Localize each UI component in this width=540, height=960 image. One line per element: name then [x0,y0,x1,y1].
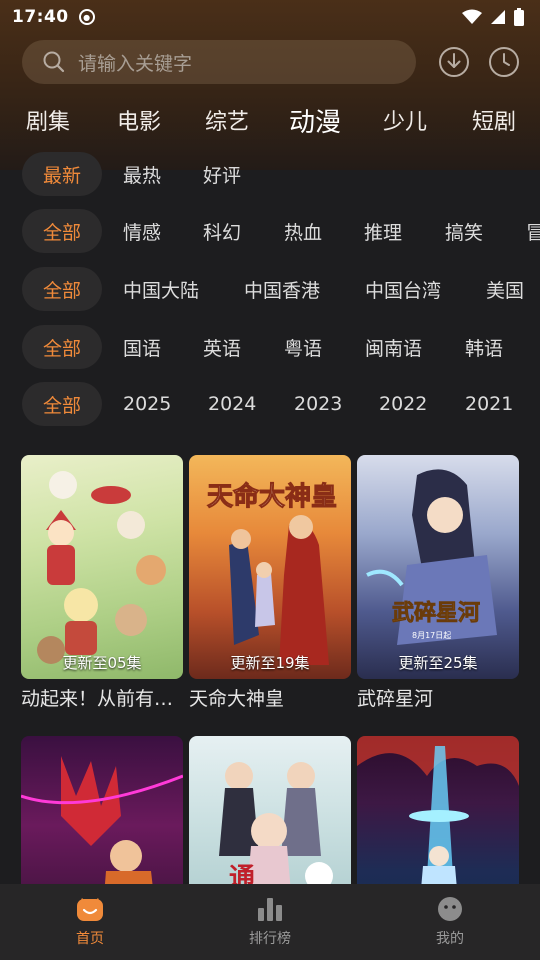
filter-row-region: 全部 中国大陆 中国香港 中国台湾 美国 [0,267,540,311]
filter-sort-latest[interactable]: 最新 [22,152,102,196]
status-bar: 17:40 ● [0,0,540,34]
filter-year-all[interactable]: 全部 [22,382,102,426]
download-button[interactable] [438,46,470,78]
filter-row-sort: 最新 最热 好评 [0,152,540,196]
bar-chart-icon [258,898,282,921]
poster-image: 天命大神皇 更新至19集 [189,455,351,679]
battery-icon [514,8,524,26]
filter-year-item[interactable]: 2024 [208,382,256,426]
tab-series[interactable]: 剧集 [26,104,70,136]
tab-anime[interactable]: 动漫 [289,102,341,139]
card-title: 武碎星河 [357,688,434,710]
content-card[interactable]: 武碎星河 8月17日起 更新至25集 武碎星河 [357,455,519,711]
filter-region-item[interactable]: 中国台湾 [365,267,441,311]
signal-icon [491,10,505,24]
poster-image: 更新至05集 [21,455,183,679]
filter-year-item[interactable]: 2025 [123,382,171,426]
bottom-navigation: 首页 排行榜 我的 [0,884,540,960]
status-time: 17:40 [12,7,69,27]
illustration-cats [37,471,166,664]
filter-row-genre: 全部 情感 科幻 热血 推理 搞笑 冒 [0,209,540,253]
category-tabs: 剧集 电影 综艺 动漫 少儿 短剧 [0,98,540,142]
filter-genre-item[interactable]: 搞笑 [445,209,483,253]
search-icon [43,51,65,73]
smiley-icon [438,897,462,921]
poster-image: 武碎星河 8月17日起 更新至25集 [357,455,519,679]
filter-language-item[interactable]: 韩语 [465,325,503,369]
filter-language-item[interactable]: 闽南语 [365,325,422,369]
filter-year-item[interactable]: 2021 [465,382,513,426]
filter-genre-item[interactable]: 情感 [123,209,161,253]
search-placeholder: 请输入关键字 [78,52,193,75]
card-title: 天命大神皇 [189,688,285,710]
content-card[interactable]: 天命大神皇 更新至19集 天命大神皇 [189,455,351,711]
filter-genre-item[interactable]: 推理 [364,209,402,253]
update-badge: 更新至05集 [62,654,142,672]
filter-language-item[interactable]: 粤语 [284,325,322,369]
nav-home[interactable]: 首页 [0,884,180,960]
card-title: 动起来！从前有… [21,688,174,710]
tab-variety[interactable]: 综艺 [205,104,249,136]
history-button[interactable] [488,46,520,78]
tab-movies[interactable]: 电影 [117,104,161,136]
nav-label-profile: 我的 [436,931,464,947]
filter-region-all[interactable]: 全部 [22,267,102,311]
illustration-characters: 天命大神皇 [207,481,338,665]
filter-genre-item[interactable]: 冒 [526,209,540,253]
filter-genre-item[interactable]: 热血 [284,209,322,253]
update-badge: 更新至19集 [230,654,310,672]
shield-icon: ● [78,9,95,25]
filter-region-item[interactable]: 中国香港 [244,267,320,311]
filter-row-year: 全部 2025 2024 2023 2022 2021 [0,382,540,426]
filter-year-item[interactable]: 2023 [294,382,342,426]
status-icons [462,8,524,26]
clock-icon [489,47,519,77]
filter-row-language: 全部 国语 英语 粤语 闽南语 韩语 [0,325,540,369]
illustration-hero: 武碎星河 8月17日起 [366,469,497,645]
tab-kids[interactable]: 少儿 [383,104,427,136]
svg-text:武碎星河: 武碎星河 [392,600,480,626]
filter-region-item[interactable]: 中国大陆 [123,267,199,311]
filter-year-item[interactable]: 2022 [379,382,427,426]
home-icon [77,898,103,921]
filter-language-item[interactable]: 国语 [123,325,161,369]
filter-genre-all[interactable]: 全部 [22,209,102,253]
tab-short-drama[interactable]: 短剧 [472,104,516,136]
nav-ranking[interactable]: 排行榜 [180,884,360,960]
svg-text:天命大神皇: 天命大神皇 [207,481,337,512]
nav-label-home: 首页 [76,931,104,947]
update-badge: 更新至25集 [398,654,478,672]
filter-genre-item[interactable]: 科幻 [203,209,241,253]
download-icon [439,47,469,77]
search-row: 请输入关键字 [22,40,522,84]
nav-profile[interactable]: 我的 [360,884,540,960]
filter-language-item[interactable]: 英语 [203,325,241,369]
filter-region-item[interactable]: 美国 [486,267,524,311]
nav-label-ranking: 排行榜 [249,931,291,947]
filter-sort-rated[interactable]: 好评 [203,152,241,196]
filter-sort-hot[interactable]: 最热 [123,152,161,196]
content-card[interactable]: 更新至05集 动起来！从前有… [21,455,183,711]
svg-text:8月17日起: 8月17日起 [412,631,451,640]
wifi-icon [462,9,482,24]
search-input[interactable]: 请输入关键字 [22,40,416,84]
filter-language-all[interactable]: 全部 [22,325,102,369]
